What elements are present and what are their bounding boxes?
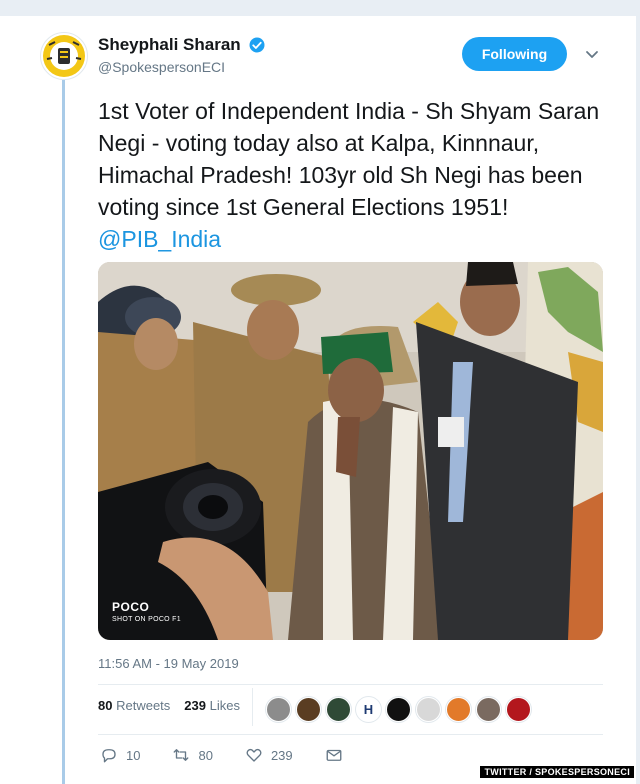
- liker-avatar[interactable]: [416, 697, 441, 722]
- likes-label: Likes: [209, 698, 240, 713]
- tweet-actions: 10 80 239: [100, 746, 375, 764]
- watermark-caption: SHOT ON POCO F1: [112, 616, 181, 623]
- following-button[interactable]: Following: [462, 37, 567, 71]
- stats-separator: [252, 688, 253, 726]
- window-frame-right: [636, 0, 640, 784]
- liker-avatar[interactable]: [476, 697, 501, 722]
- liker-avatars: H: [266, 697, 531, 722]
- envelope-icon: [326, 749, 342, 761]
- image-credit: TWITTER / SPOKESPERSONECI: [480, 766, 634, 778]
- display-name[interactable]: Sheyphali Sharan: [98, 35, 241, 55]
- photo-illustration: [98, 262, 603, 640]
- liker-avatar[interactable]: [446, 697, 471, 722]
- liker-avatar[interactable]: [506, 697, 531, 722]
- direct-message-button[interactable]: [325, 746, 343, 764]
- tweet-text: 1st Voter of Independent India - Sh Shya…: [98, 95, 608, 255]
- verified-badge-icon: [249, 37, 265, 53]
- likes-count: 239: [184, 698, 206, 713]
- like-count: 239: [270, 747, 293, 763]
- liker-avatar[interactable]: [296, 697, 321, 722]
- likes-stat[interactable]: 239 Likes: [184, 698, 240, 713]
- heart-icon: [246, 748, 262, 762]
- tweet-timestamp[interactable]: 11:56 AM - 19 May 2019: [98, 656, 239, 671]
- divider: [98, 684, 603, 685]
- retweets-label: Retweets: [116, 698, 171, 713]
- mention-link[interactable]: @PIB_India: [98, 226, 221, 252]
- thread-line: [62, 80, 65, 784]
- reply-count: 10: [126, 747, 141, 763]
- chevron-down-icon[interactable]: [584, 46, 600, 62]
- eci-logo-icon: [43, 35, 85, 77]
- tweet-photo[interactable]: POCO SHOT ON POCO F1: [98, 262, 603, 640]
- window-frame-top: [0, 0, 640, 16]
- avatar[interactable]: [40, 32, 88, 80]
- retweet-button[interactable]: 80: [172, 746, 213, 764]
- retweets-count: 80: [98, 698, 113, 713]
- reply-button[interactable]: 10: [100, 746, 140, 764]
- reply-icon: [102, 749, 116, 763]
- like-button[interactable]: 239: [245, 746, 293, 764]
- engagement-stats: 80 Retweets 239 Likes: [98, 698, 240, 713]
- user-handle[interactable]: @SpokespersonECI: [98, 59, 225, 75]
- liker-avatar[interactable]: [266, 697, 291, 722]
- retweets-stat[interactable]: 80 Retweets: [98, 698, 170, 713]
- retweet-icon: [174, 749, 189, 761]
- retweet-count: 80: [198, 747, 213, 763]
- liker-avatar[interactable]: [386, 697, 411, 722]
- liker-avatar[interactable]: H: [356, 697, 381, 722]
- photo-watermark: POCO SHOT ON POCO F1: [112, 600, 181, 623]
- divider: [98, 734, 603, 735]
- liker-avatar[interactable]: [326, 697, 351, 722]
- tweet-body: 1st Voter of Independent India - Sh Shya…: [98, 98, 600, 220]
- watermark-brand: POCO: [112, 600, 150, 614]
